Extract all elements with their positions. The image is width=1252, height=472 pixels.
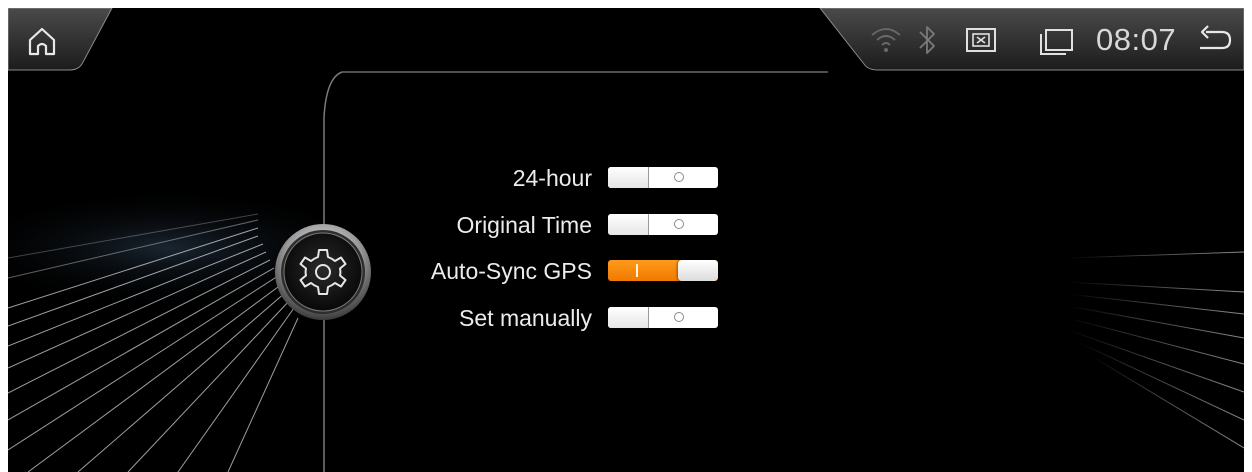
setting-row-set-manually: Set manually <box>388 298 728 338</box>
off-circle-icon <box>674 219 684 229</box>
setting-row-auto-sync-gps: Auto-Sync GPS <box>388 251 728 291</box>
off-circle-icon <box>674 312 684 322</box>
toggle-original-time[interactable] <box>608 214 718 235</box>
setting-label: Set manually <box>459 305 592 331</box>
gear-icon <box>275 224 371 320</box>
off-circle-icon <box>674 172 684 182</box>
home-button[interactable] <box>22 20 62 60</box>
toggle-track <box>608 167 718 188</box>
setting-label: Auto-Sync GPS <box>430 258 592 284</box>
bluetooth-icon <box>919 26 935 54</box>
on-bar-icon <box>636 264 638 277</box>
toggle-auto-sync-gps[interactable] <box>608 260 718 281</box>
back-button[interactable] <box>1194 22 1234 58</box>
home-icon <box>28 27 56 56</box>
window-icon[interactable] <box>1038 22 1074 58</box>
toggle-track <box>608 307 718 328</box>
car-screen: 08:07 24-hour Original Time Auto-Sync GP… <box>8 8 1244 472</box>
status-bar: 08:07 <box>8 8 1244 72</box>
back-arrow-icon <box>1200 25 1232 50</box>
toggle-24-hour[interactable] <box>608 167 718 188</box>
clock: 08:07 <box>1096 22 1177 57</box>
setting-label: Original Time <box>456 212 592 238</box>
wifi-icon <box>871 28 901 52</box>
toggle-knob <box>678 260 718 281</box>
toggle-segment <box>608 167 649 188</box>
toggle-set-manually[interactable] <box>608 307 718 328</box>
toggle-track <box>608 260 718 281</box>
setting-label: 24-hour <box>512 165 592 191</box>
close-box-icon[interactable] <box>964 22 998 58</box>
toggle-segment <box>608 214 649 235</box>
setting-row-24-hour: 24-hour <box>388 158 728 198</box>
toggle-track <box>608 214 718 235</box>
settings-gear-button[interactable] <box>273 222 373 322</box>
toggle-segment <box>608 307 649 328</box>
setting-row-original-time: Original Time <box>388 205 728 245</box>
